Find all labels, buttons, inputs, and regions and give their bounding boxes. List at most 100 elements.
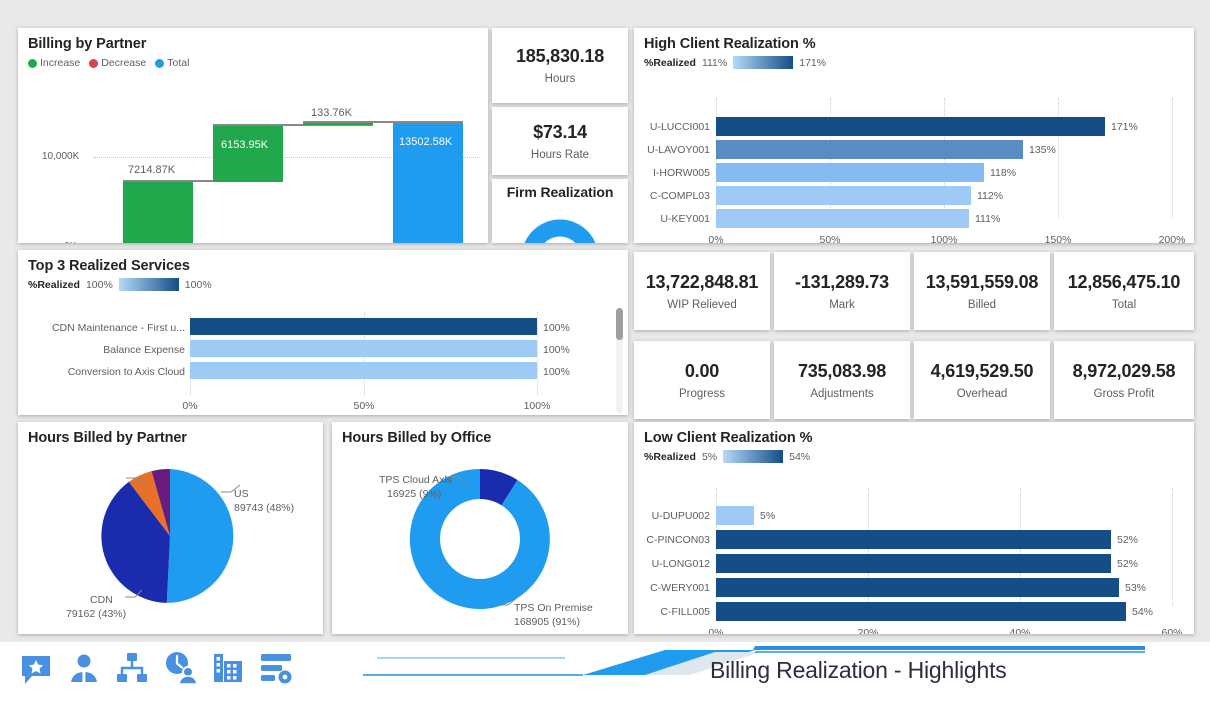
legend-item-increase[interactable]: Increase — [28, 57, 80, 69]
hb-bar-lucci[interactable] — [716, 117, 1105, 136]
high-client-legend-title: %Realized — [644, 56, 696, 69]
dashboard-root: Billing by Partner Increase Decrease Tot… — [0, 0, 1210, 715]
lc-name-long: U-LONG012 — [651, 558, 710, 570]
gauge-arc-fill — [524, 219, 596, 243]
waterfall-bar-cdn[interactable] — [213, 126, 283, 182]
lc-bar-fill[interactable] — [716, 602, 1126, 621]
firm-realization-gauge[interactable]: 99% — [492, 202, 628, 243]
top-services-scrollbar-thumb[interactable] — [616, 308, 623, 340]
person-clock-icon[interactable] — [162, 650, 198, 686]
hb-name-lucci: U-LUCCI001 — [649, 121, 710, 133]
waterfall-label-xus: 133.76K — [311, 107, 352, 119]
waterfall-label-total: 13502.58K — [399, 136, 453, 148]
footer-title: Billing Realization - Highlights — [710, 657, 1007, 683]
firm-realization-title: Firm Realization — [506, 184, 614, 200]
ts-grid-100 — [537, 312, 538, 395]
waterfall-label-cdn: 6153.95K — [221, 139, 269, 151]
billing-by-partner-title: Billing by Partner — [28, 36, 147, 52]
hb-bar-horw[interactable] — [716, 163, 984, 182]
hb-xtick-150: 150% — [1044, 234, 1072, 243]
panel-billing-by-partner: Billing by Partner Increase Decrease Tot… — [18, 28, 488, 243]
hb-value-key: 111% — [975, 213, 1001, 225]
building-icon[interactable] — [210, 650, 246, 686]
legend-item-total[interactable]: Total — [155, 57, 189, 69]
hb-value-lavoy: 135% — [1029, 144, 1056, 156]
lc-grid-60 — [1172, 488, 1173, 606]
kpi-card-hours-rate[interactable]: $73.14 Hours Rate — [492, 107, 628, 175]
kpi-card-mark[interactable]: -131,289.73 Mark — [774, 252, 910, 330]
hb-bar-key[interactable] — [716, 209, 969, 228]
pie-chart-partner[interactable] — [18, 444, 323, 634]
kpi-card-total[interactable]: 12,856,475.10 Total — [1054, 252, 1194, 330]
kpi-wip-relieved-label: WIP Relieved — [667, 298, 737, 311]
hb-bar-lavoy[interactable] — [716, 140, 1023, 159]
pie-label-cdn-value: 79162 (43%) — [66, 608, 127, 620]
high-client-legend-gradient — [733, 56, 794, 69]
kpi-gross-profit-value: 8,972,029.58 — [1072, 360, 1176, 381]
low-client-legend-max: 54% — [789, 450, 811, 463]
lc-name-wery: C-WERY001 — [650, 582, 710, 594]
ts-bar-conversion-axis[interactable] — [190, 362, 537, 379]
low-client-legend-gradient — [723, 450, 784, 463]
hours-partner-title: Hours Billed by Partner — [28, 430, 187, 446]
kpi-card-adjustments[interactable]: 735,083.98 Adjustments — [774, 341, 910, 419]
kpi-card-hours[interactable]: 185,830.18 Hours — [492, 28, 628, 103]
low-client-plot: U-DUPU002 5% C-PINCON03 52% U-LONG012 52… — [634, 484, 1194, 634]
legend-swatch-decrease — [89, 58, 99, 68]
donut-label-premise-name: TPS On Premise — [514, 602, 593, 614]
kpi-gross-profit-label: Gross Profit — [1093, 387, 1155, 400]
lc-value-pincon: 52% — [1117, 534, 1139, 546]
high-client-legend-min: 111% — [701, 56, 728, 69]
waterfall-bar-us[interactable] — [123, 182, 193, 243]
waterfall-bar-xus[interactable] — [303, 123, 373, 125]
kpi-card-wip-relieved[interactable]: 13,722,848.81 WIP Relieved — [634, 252, 770, 330]
kpi-card-progress[interactable]: 0.00 Progress — [634, 341, 770, 419]
kpi-billed-value: 13,591,559.08 — [925, 271, 1039, 292]
lc-name-fill: C-FILL005 — [660, 606, 710, 618]
lc-bar-long[interactable] — [716, 554, 1111, 573]
ts-xtick-0: 0% — [182, 400, 198, 412]
donut-hole — [440, 499, 520, 579]
list-settings-icon[interactable] — [258, 650, 294, 686]
lc-bar-pincon[interactable] — [716, 530, 1111, 549]
top-services-plot: CDN Maintenance - First u... 100% Balanc… — [18, 308, 628, 415]
hb-bar-compl[interactable] — [716, 186, 971, 205]
top-services-gradient-legend: %Realized 100% 100% — [18, 274, 628, 291]
lc-xtick-60: 60% — [1161, 627, 1183, 634]
lc-bar-wery[interactable] — [716, 578, 1119, 597]
top-services-legend-min: 100% — [85, 278, 113, 291]
top-services-scrollbar-track[interactable] — [616, 308, 623, 413]
high-client-gradient-legend: %Realized 111% 171% — [634, 52, 1194, 69]
kpi-card-overhead[interactable]: 4,619,529.50 Overhead — [914, 341, 1050, 419]
panel-low-client-realization: Low Client Realization % %Realized 5% 54… — [634, 422, 1194, 634]
kpi-card-gross-profit[interactable]: 8,972,029.58 Gross Profit — [1054, 341, 1194, 419]
hb-xtick-0: 0% — [708, 234, 724, 243]
hb-name-key: U-KEY001 — [660, 213, 710, 225]
ytick-0k: 0K — [64, 241, 76, 243]
low-client-legend-min: 5% — [701, 450, 718, 463]
ts-bar-cdn-maintenance[interactable] — [190, 318, 537, 335]
waterfall-label-us: 7214.87K — [128, 164, 176, 176]
hb-xtick-50: 50% — [819, 234, 841, 243]
lc-xtick-0: 0% — [708, 627, 724, 634]
waterfall-plot: 10,000K 0K 7214.87K 6153.95K 133.76K 135… — [18, 106, 488, 243]
org-chart-icon[interactable] — [114, 650, 150, 686]
pie-label-us-name: US — [234, 488, 249, 500]
hb-grid-200 — [1172, 98, 1173, 218]
hb-name-lavoy: U-LAVOY001 — [647, 144, 710, 156]
ts-bar-balance-expense[interactable] — [190, 340, 537, 357]
pie-label-us-value: 89743 (48%) — [234, 502, 295, 514]
kpi-overhead-label: Overhead — [956, 387, 1008, 400]
ts-name-balance-expense: Balance Expense — [103, 344, 185, 356]
pie-slice-us[interactable] — [166, 469, 234, 603]
star-comment-icon[interactable] — [18, 650, 54, 686]
person-icon[interactable] — [66, 650, 102, 686]
kpi-progress-value: 0.00 — [684, 360, 720, 381]
kpi-card-billed[interactable]: 13,591,559.08 Billed — [914, 252, 1050, 330]
lc-bar-dupu[interactable] — [716, 506, 754, 525]
panel-high-client-realization: High Client Realization % %Realized 111%… — [634, 28, 1194, 243]
donut-label-cloud-value: 16925 (9%) — [387, 488, 442, 500]
kpi-total-value: 12,856,475.10 — [1067, 271, 1181, 292]
legend-item-decrease[interactable]: Decrease — [89, 57, 146, 69]
high-client-plot: U-LUCCI001 171% U-LAVOY001 135% I-HORW00… — [634, 90, 1194, 243]
